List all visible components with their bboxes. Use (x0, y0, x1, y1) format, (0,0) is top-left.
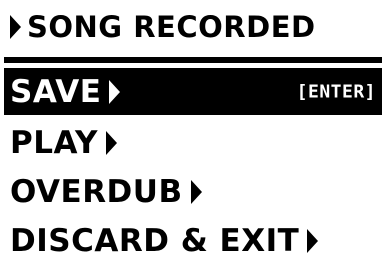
triangle-right-icon (10, 15, 21, 39)
song-menu: SAVE [ENTER] PLAY OVERDUB DISCARD & EXIT (4, 68, 382, 265)
screen-title-text: SONG RECORDED (27, 10, 316, 44)
submenu-arrow-icon (190, 179, 202, 204)
screen-title: SONG RECORDED (10, 8, 316, 46)
lcd-display: SONG RECORDED SAVE [ENTER] PLAY OVERDUB … (4, 2, 382, 260)
menu-item-save[interactable]: SAVE [ENTER] (4, 68, 382, 115)
title-divider (4, 57, 382, 63)
submenu-arrow-icon (105, 130, 117, 155)
menu-item-label: SAVE (10, 73, 102, 110)
menu-item-label: OVERDUB (10, 173, 183, 210)
submenu-arrow-icon (307, 228, 319, 253)
menu-item-label: PLAY (10, 124, 98, 161)
submenu-arrow-icon (109, 79, 121, 104)
menu-item-discard-exit[interactable]: DISCARD & EXIT (4, 216, 382, 265)
menu-item-overdub[interactable]: OVERDUB (4, 167, 382, 216)
menu-item-label: DISCARD & EXIT (10, 222, 300, 259)
menu-item-play[interactable]: PLAY (4, 118, 382, 167)
enter-hint: [ENTER] (296, 81, 376, 102)
